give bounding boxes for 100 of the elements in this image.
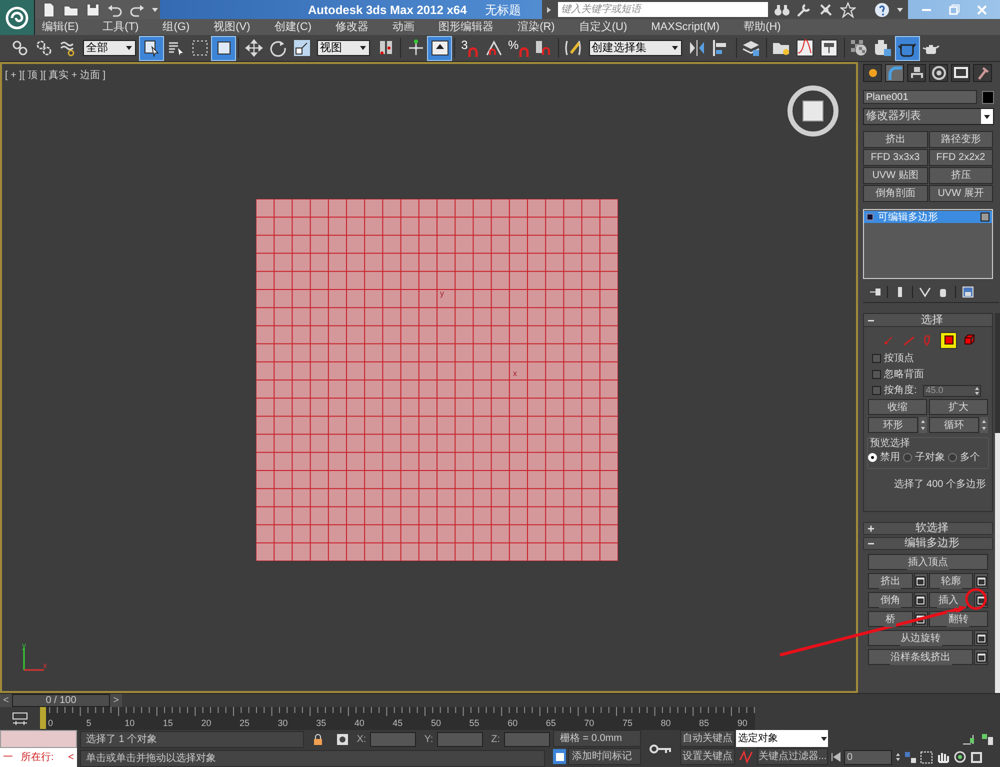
cursor-button[interactable] <box>140 36 163 60</box>
loop-button[interactable]: 循环 <box>929 417 979 433</box>
radio-button[interactable] <box>948 453 957 462</box>
scrollbar[interactable] <box>995 313 1000 693</box>
edit-poly-button[interactable]: 翻转 <box>928 611 988 627</box>
edit-poly-button[interactable]: 插入 <box>928 592 968 608</box>
checkbox[interactable] <box>872 386 881 395</box>
menu-item[interactable]: 动画 <box>392 20 415 34</box>
hammer-tab[interactable] <box>973 64 992 82</box>
motion-tab[interactable] <box>929 64 948 82</box>
frame-number: 45 <box>392 718 404 729</box>
modifier-button[interactable]: 挤出 <box>863 131 928 148</box>
edit-poly-button[interactable]: 轮廓 <box>928 573 973 589</box>
square-button[interactable] <box>212 36 235 60</box>
menu-item[interactable]: 编辑(E) <box>42 20 79 34</box>
settings-button[interactable] <box>974 630 988 646</box>
coordinate-field[interactable] <box>370 732 416 746</box>
object-color-swatch[interactable] <box>982 90 994 104</box>
edit-poly-button[interactable]: 桥 <box>868 611 912 627</box>
auto-key-button[interactable]: 自动关键点 <box>680 730 735 747</box>
modifier-button[interactable]: UVW 贴图 <box>863 167 928 184</box>
menu-item[interactable]: MAXScript(M) <box>651 20 720 34</box>
menu-item[interactable]: 帮助(H) <box>744 20 781 34</box>
time-slider-thumb[interactable]: 0 / 100 <box>12 694 110 707</box>
modifier-list-dropdown[interactable]: 修改器列表 <box>863 108 994 125</box>
sun-tab[interactable] <box>863 64 882 82</box>
edit-poly-button[interactable]: 沿样条线挤出 <box>868 649 973 665</box>
viewcube-icon[interactable] <box>786 84 840 138</box>
screen-arrow-button[interactable] <box>428 36 451 60</box>
checkbox[interactable] <box>872 370 881 379</box>
settings-button[interactable] <box>914 592 928 608</box>
monitor-tab[interactable] <box>951 64 970 82</box>
magnet-button[interactable]: 3 <box>458 36 481 60</box>
modifier-stack-item[interactable]: 可编辑多边形 <box>864 211 992 223</box>
small-window-icon <box>915 576 926 586</box>
settings-button[interactable] <box>914 573 928 589</box>
save-button[interactable] <box>85 2 101 18</box>
edit-poly-button[interactable]: 从边旋转 <box>868 630 973 646</box>
frame-field[interactable]: 0 <box>844 750 892 764</box>
menu-item[interactable]: 渲染(R) <box>518 20 555 34</box>
menu-item[interactable]: 视图(V) <box>214 20 250 34</box>
previous-frame-button[interactable]: < <box>0 694 12 707</box>
toolbar-dropdown[interactable]: 全部 <box>83 40 136 56</box>
selection-set-dropdown[interactable]: 选定对象 <box>736 730 828 747</box>
time-tag[interactable]: 添加时间标记 <box>568 748 641 765</box>
rollout-header[interactable]: 编辑多边形 <box>863 537 993 550</box>
modifier-button[interactable]: 路径变形 <box>928 131 993 148</box>
toolbar-dropdown[interactable]: 创建选择集 <box>588 40 682 56</box>
checkbox[interactable] <box>872 354 881 363</box>
settings-button[interactable] <box>974 573 988 589</box>
spinner-arrows-icon <box>980 417 988 433</box>
coordinate-field[interactable] <box>437 732 484 746</box>
maxscript-line-field[interactable]: 一 所在行: < <box>0 748 77 767</box>
edit-poly-button[interactable]: 挤出 <box>868 573 912 589</box>
angle-spinner[interactable]: 45.0 <box>922 384 981 396</box>
modifier-button[interactable]: 倒角剖面 <box>863 185 928 202</box>
menu-item[interactable]: 组(G) <box>162 20 190 34</box>
coordinate-label: Z: <box>491 732 500 746</box>
modifier-button[interactable]: UVW 展开 <box>928 185 993 202</box>
shrink-button[interactable]: 收缩 <box>868 399 927 415</box>
rollout-header[interactable]: 选择 <box>864 314 992 327</box>
modifier-button[interactable]: 挤压 <box>928 167 993 184</box>
ring-button[interactable]: 环形 <box>868 417 918 433</box>
field-of-view-icon <box>920 750 933 764</box>
modifier-button[interactable]: FFD 3x3x3 <box>863 149 928 166</box>
radio-button[interactable] <box>903 453 912 462</box>
monitor-icon <box>952 65 968 81</box>
frame-number: 0 <box>48 718 54 729</box>
settings-button[interactable] <box>974 649 988 665</box>
menu-item[interactable]: 工具(T) <box>102 20 139 34</box>
wave-icon <box>58 39 76 57</box>
key-filters-button[interactable]: 关键点过滤器... <box>757 748 828 765</box>
next-frame-button[interactable]: > <box>110 694 122 707</box>
hierarchy-tab[interactable] <box>907 64 926 82</box>
curve-editor-icon <box>796 39 814 57</box>
edit-poly-button[interactable]: 插入顶点 <box>868 554 988 570</box>
polygon-level-button[interactable] <box>940 332 957 348</box>
grid-size: 栅格 = 0.0mm <box>553 730 641 747</box>
toolbar-dropdown[interactable]: 视图 <box>317 40 370 56</box>
menu-item[interactable]: 创建(C) <box>274 20 312 34</box>
scrollbar-thumb[interactable] <box>995 433 1000 693</box>
magnet-button[interactable]: % <box>506 36 531 60</box>
set-key-button[interactable]: 设置关键点 <box>680 748 735 765</box>
menu-item[interactable]: 自定义(U) <box>578 20 628 34</box>
search-field[interactable]: 键入关键字或短语 <box>558 2 768 17</box>
bent-pipe-tab[interactable] <box>885 64 904 82</box>
object-name-field[interactable]: Plane001 <box>863 90 977 104</box>
modifier-button[interactable]: FFD 2x2x2 <box>928 149 993 166</box>
hand-pan-icon <box>936 750 950 764</box>
square-icon <box>214 39 232 57</box>
edit-poly-button[interactable]: 倒角 <box>868 592 912 608</box>
grow-button[interactable]: 扩大 <box>929 399 988 415</box>
time-tag-toggle[interactable] <box>553 749 566 764</box>
app-logo-button[interactable] <box>0 0 35 35</box>
rollout-header[interactable]: 软选择 <box>863 522 993 535</box>
viewport-label[interactable]: [ + ][ 顶 ][ 真实 + 边面 ] <box>5 68 106 83</box>
menu-item[interactable]: 修改器 <box>336 20 369 34</box>
coordinate-field[interactable] <box>504 732 550 746</box>
maxscript-listener-field[interactable] <box>0 730 77 748</box>
menu-item[interactable]: 图形编辑器 <box>438 20 494 34</box>
